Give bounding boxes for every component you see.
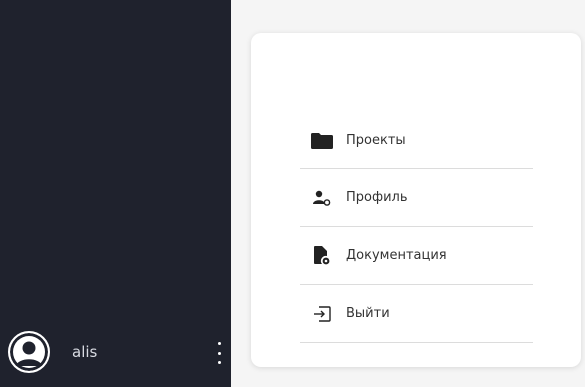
document-settings-icon (300, 245, 344, 266)
user-avatar-icon[interactable] (8, 331, 50, 373)
logout-icon (300, 305, 344, 322)
sidebar: alis (0, 0, 231, 387)
profile-settings-icon (300, 190, 344, 206)
username: alis (72, 343, 98, 361)
menu-item-documentation[interactable]: Документация (300, 227, 533, 285)
folder-icon (300, 132, 344, 149)
user-menu-card: Проекты Профиль Документация Выйти (251, 33, 581, 367)
menu-item-label: Проекты (346, 133, 406, 148)
menu-item-logout[interactable]: Выйти (300, 285, 533, 343)
menu-item-label: Документация (346, 248, 447, 263)
menu-item-projects[interactable]: Проекты (300, 113, 533, 169)
menu-item-profile[interactable]: Профиль (300, 169, 533, 227)
user-panel: alis (8, 330, 230, 374)
menu-item-label: Профиль (346, 190, 408, 205)
more-vertical-icon[interactable] (216, 342, 222, 364)
menu-item-label: Выйти (346, 306, 390, 321)
user-menu: Проекты Профиль Документация Выйти (300, 113, 533, 343)
